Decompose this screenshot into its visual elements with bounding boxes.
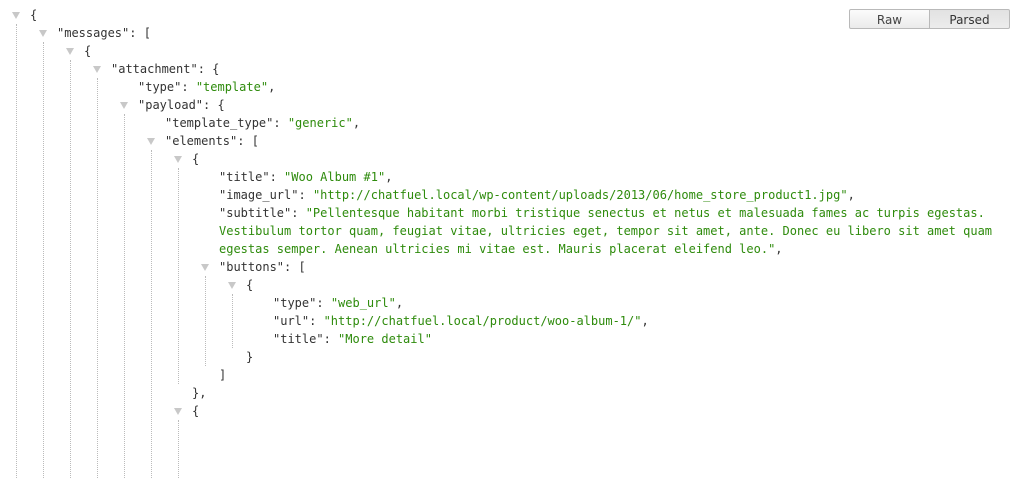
json-string-value: "template" <box>195 80 269 94</box>
json-key: "title" <box>273 332 324 346</box>
json-line: { <box>192 150 199 168</box>
json-punctuation: : <box>323 332 339 346</box>
json-line: "payload": { <box>138 96 225 114</box>
collapse-toggle-icon[interactable] <box>174 402 183 420</box>
json-line: "template_type": "generic", <box>165 114 360 132</box>
json-punctuation: , <box>385 170 393 184</box>
json-punctuation: , <box>775 242 783 256</box>
json-punctuation: , <box>847 188 855 202</box>
json-key: "type" <box>138 80 182 94</box>
json-string-value: "Pellentesque habitant morbi tristique s… <box>305 206 985 220</box>
json-key: "title" <box>219 170 270 184</box>
json-punctuation: , <box>641 314 649 328</box>
json-punctuation: , <box>395 296 404 310</box>
json-line: "messages": [ <box>57 24 151 42</box>
json-key: "payload" <box>138 98 204 112</box>
json-punctuation: : { <box>197 62 220 76</box>
json-punctuation: : [ <box>284 260 306 274</box>
json-punctuation: : <box>181 80 196 94</box>
indent-guide <box>70 60 71 478</box>
json-key: "url" <box>273 314 310 328</box>
json-string-value: "More detail" <box>338 332 432 346</box>
json-punctuation: , <box>268 80 276 94</box>
indent-guide <box>97 78 98 478</box>
json-string-value: Vestibulum tortor quam, feugiat vitae, u… <box>219 224 993 238</box>
collapse-toggle-icon[interactable] <box>39 24 48 42</box>
json-key: "attachment" <box>111 62 198 76</box>
json-punctuation: : <box>309 314 324 328</box>
json-punctuation: : <box>316 296 331 310</box>
json-line: "elements": [ <box>165 132 259 150</box>
indent-guide <box>124 114 125 478</box>
json-punctuation: { <box>192 152 200 166</box>
json-key: "type" <box>273 296 317 310</box>
json-line: ] <box>219 366 226 384</box>
json-line: "type": "template", <box>138 78 275 96</box>
json-line: { <box>30 6 37 24</box>
json-punctuation: { <box>30 8 38 22</box>
json-line: "image_url": "http://chatfuel.local/wp-c… <box>219 186 855 204</box>
json-string-value: egestas semper. Aenean ultricies mi vita… <box>219 242 776 256</box>
json-key: "template_type" <box>165 116 274 130</box>
view-mode-toggle: Raw Parsed <box>849 9 1010 29</box>
collapse-toggle-icon[interactable] <box>120 96 129 114</box>
json-line: "title": "Woo Album #1", <box>219 168 392 186</box>
collapse-toggle-icon[interactable] <box>66 42 75 60</box>
parsed-button[interactable]: Parsed <box>930 9 1010 29</box>
json-punctuation: { <box>84 44 92 58</box>
json-line: { <box>84 42 91 60</box>
indent-guide <box>16 24 17 478</box>
json-line: egestas semper. Aenean ultricies mi vita… <box>219 240 783 258</box>
json-line: { <box>246 276 253 294</box>
collapse-toggle-icon[interactable] <box>228 276 237 294</box>
indent-guide <box>43 42 44 478</box>
json-line: Vestibulum tortor quam, feugiat vitae, u… <box>219 222 992 240</box>
collapse-toggle-icon[interactable] <box>93 60 102 78</box>
json-punctuation: { <box>192 404 200 418</box>
collapse-toggle-icon[interactable] <box>174 150 183 168</box>
collapse-toggle-icon[interactable] <box>201 258 210 276</box>
json-line: "subtitle": "Pellentesque habitant morbi… <box>219 204 985 222</box>
json-line: "type": "web_url", <box>273 294 403 312</box>
json-key: "buttons" <box>219 260 285 274</box>
json-string-value: "generic" <box>287 116 353 130</box>
indent-guide <box>178 420 179 478</box>
json-punctuation: : [ <box>237 134 259 148</box>
json-line: "attachment": { <box>111 60 219 78</box>
json-string-value: "http://chatfuel.local/wp-content/upload… <box>312 188 848 202</box>
json-punctuation: : [ <box>129 26 151 40</box>
json-line: "title": "More detail" <box>273 330 432 348</box>
collapse-toggle-icon[interactable] <box>147 132 156 150</box>
json-key: "messages" <box>57 26 130 40</box>
json-punctuation: : <box>273 116 288 130</box>
json-line: "url": "http://chatfuel.local/product/wo… <box>273 312 649 330</box>
json-punctuation: : { <box>203 98 225 112</box>
json-punctuation: }, <box>192 386 207 400</box>
raw-button[interactable]: Raw <box>849 9 930 29</box>
json-punctuation: : <box>298 188 313 202</box>
indent-guide <box>178 168 179 384</box>
indent-guide <box>232 294 233 348</box>
json-punctuation: : <box>291 206 306 220</box>
json-line: } <box>246 348 253 366</box>
json-string-value: "Woo Album #1" <box>284 170 386 184</box>
collapse-toggle-icon[interactable] <box>12 6 21 24</box>
json-punctuation: } <box>246 350 254 364</box>
json-punctuation: { <box>246 278 254 292</box>
json-viewer: {"messages": [{"attachment": {"type": "t… <box>0 0 1026 478</box>
json-punctuation: ] <box>219 368 227 382</box>
json-key: "image_url" <box>219 188 299 202</box>
json-line: }, <box>192 384 206 402</box>
json-string-value: "http://chatfuel.local/product/woo-album… <box>323 314 642 328</box>
json-line: "buttons": [ <box>219 258 306 276</box>
indent-guide <box>205 276 206 366</box>
json-key: "subtitle" <box>219 206 292 220</box>
json-line: { <box>192 402 199 420</box>
json-string-value: "web_url" <box>330 296 396 310</box>
json-punctuation: , <box>352 116 361 130</box>
indent-guide <box>151 150 152 478</box>
json-punctuation: : <box>269 170 285 184</box>
json-key: "elements" <box>165 134 238 148</box>
